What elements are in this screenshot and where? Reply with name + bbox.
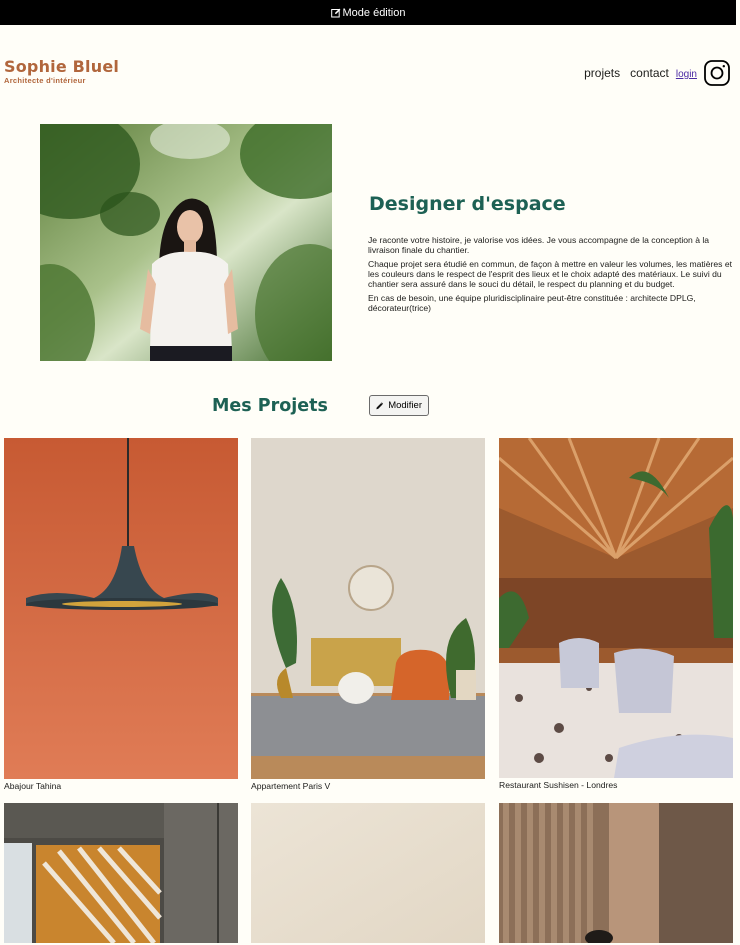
intro-paragraph: Chaque projet sera étudié en commun, de …: [368, 259, 732, 289]
project-card[interactable]: Abajour Tahina: [4, 438, 238, 791]
logo[interactable]: Sophie Bluel Architecte d'intérieur: [4, 57, 120, 86]
project-image: [251, 803, 485, 943]
main-nav: projets contact login: [574, 60, 730, 86]
intro-paragraph: Je raconte votre histoire, je valorise v…: [368, 235, 710, 255]
project-caption: Appartement Paris V: [251, 781, 331, 791]
project-caption: Abajour Tahina: [4, 781, 62, 791]
project-card[interactable]: [4, 803, 238, 945]
pencil-icon: [376, 401, 384, 409]
logo-subtitle: Architecte d'intérieur: [4, 76, 86, 85]
project-caption: Restaurant Sushisen - Londres: [499, 780, 618, 790]
nav-link-login[interactable]: login: [676, 69, 697, 80]
project-image: [4, 803, 238, 943]
nav-link-contact[interactable]: contact: [630, 66, 669, 80]
modify-label: Modifier: [388, 400, 422, 411]
intro-text: Je raconte votre histoire, je valorise v…: [368, 235, 736, 317]
logo-title: Sophie Bluel: [4, 57, 120, 76]
intro-paragraph: En cas de besoin, une équipe pluridiscip…: [368, 293, 696, 313]
edit-icon: [330, 8, 340, 17]
edit-mode-bar: Mode édition: [0, 0, 736, 25]
project-image: [4, 438, 238, 779]
project-image: [499, 438, 733, 778]
project-card[interactable]: [251, 803, 485, 945]
architect-portrait: [40, 124, 332, 361]
project-image: [251, 438, 485, 779]
nav-link-projects[interactable]: projets: [584, 66, 620, 80]
intro-title: Designer d'espace: [369, 193, 566, 215]
projects-title: Mes Projets: [212, 396, 328, 416]
modify-projects-button[interactable]: Modifier: [369, 395, 429, 416]
instagram-icon[interactable]: [704, 60, 730, 86]
project-card[interactable]: Appartement Paris V: [251, 438, 485, 791]
project-image: [499, 803, 733, 943]
project-card[interactable]: Restaurant Sushisen - Londres: [499, 438, 733, 790]
project-card[interactable]: [499, 803, 733, 945]
edit-mode-label: Mode édition: [342, 6, 406, 19]
